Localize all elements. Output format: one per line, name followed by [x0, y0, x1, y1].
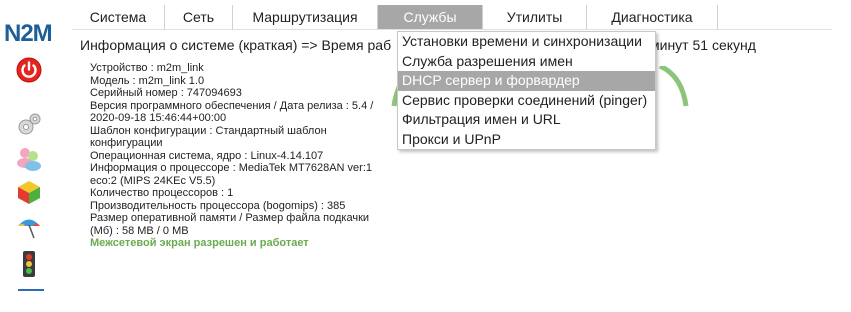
menu-item-name-resolution[interactable]: Служба разрешения имен: [398, 52, 655, 72]
uptime-tail: минут 51 секунд: [650, 37, 756, 53]
menu-item-dhcp-server[interactable]: DHCP сервер и форвардер: [398, 71, 655, 91]
model-line: Модель : m2m_link 1.0: [90, 74, 205, 87]
menu-item-pinger[interactable]: Сервис проверки соединений (pinger): [398, 91, 655, 111]
traffic-light-icon[interactable]: [15, 250, 43, 278]
menu-utilities[interactable]: Утилиты: [483, 5, 587, 29]
serial-line: Серийный номер : 747094693: [90, 87, 242, 99]
firmware-line: Версия программного обеспечения / Дата р…: [90, 99, 374, 125]
device-line: Устройство : m2m_link: [90, 62, 204, 74]
sidebar-divider: [18, 289, 44, 291]
menu-services[interactable]: Службы: [378, 5, 483, 29]
bogomips-line: Производительность процессора (bogomips)…: [90, 199, 346, 212]
services-dropdown: Установки времени и синхронизации Служба…: [397, 31, 656, 150]
sidebar: N2M: [0, 0, 62, 312]
firewall-status: Межсетевой экран разрешен и работает: [90, 237, 309, 249]
main-menu: Система Сеть Маршрутизация Службы Утилит…: [72, 5, 832, 30]
menu-system[interactable]: Система: [72, 5, 165, 29]
menu-network[interactable]: Сеть: [165, 5, 233, 29]
logo[interactable]: N2M: [4, 22, 53, 46]
menu-routing[interactable]: Маршрутизация: [233, 5, 378, 29]
settings-gear-icon[interactable]: [15, 110, 43, 138]
memory-line: Размер оперативной памяти / Размер файла…: [90, 212, 370, 237]
users-icon[interactable]: [15, 144, 43, 172]
system-details: Устройство : m2m_link Модель : m2m_link …: [90, 62, 390, 250]
menu-item-time-sync[interactable]: Установки времени и синхронизации: [398, 32, 655, 52]
os-kernel-line: Операционная система, ядро : Linux-4.14.…: [90, 149, 324, 162]
power-icon[interactable]: [15, 56, 43, 84]
menu-diagnostics[interactable]: Диагностика: [587, 5, 718, 29]
cpu-count-line: Количество процессоров : 1: [90, 187, 234, 199]
system-info-title: Информация о системе (краткая) => Время …: [80, 37, 392, 53]
cpu-info-line: Информация о процессоре : MediaTek MT762…: [90, 162, 372, 187]
menu-item-proxy-upnp[interactable]: Прокси и UPnP: [398, 130, 655, 150]
menu-item-url-filter[interactable]: Фильтрация имен и URL: [398, 110, 655, 130]
config-template-line: Шаблон конфигурации : Стандартный шаблон…: [90, 124, 327, 150]
packages-icon[interactable]: [15, 178, 43, 206]
umbrella-icon[interactable]: [15, 213, 43, 241]
